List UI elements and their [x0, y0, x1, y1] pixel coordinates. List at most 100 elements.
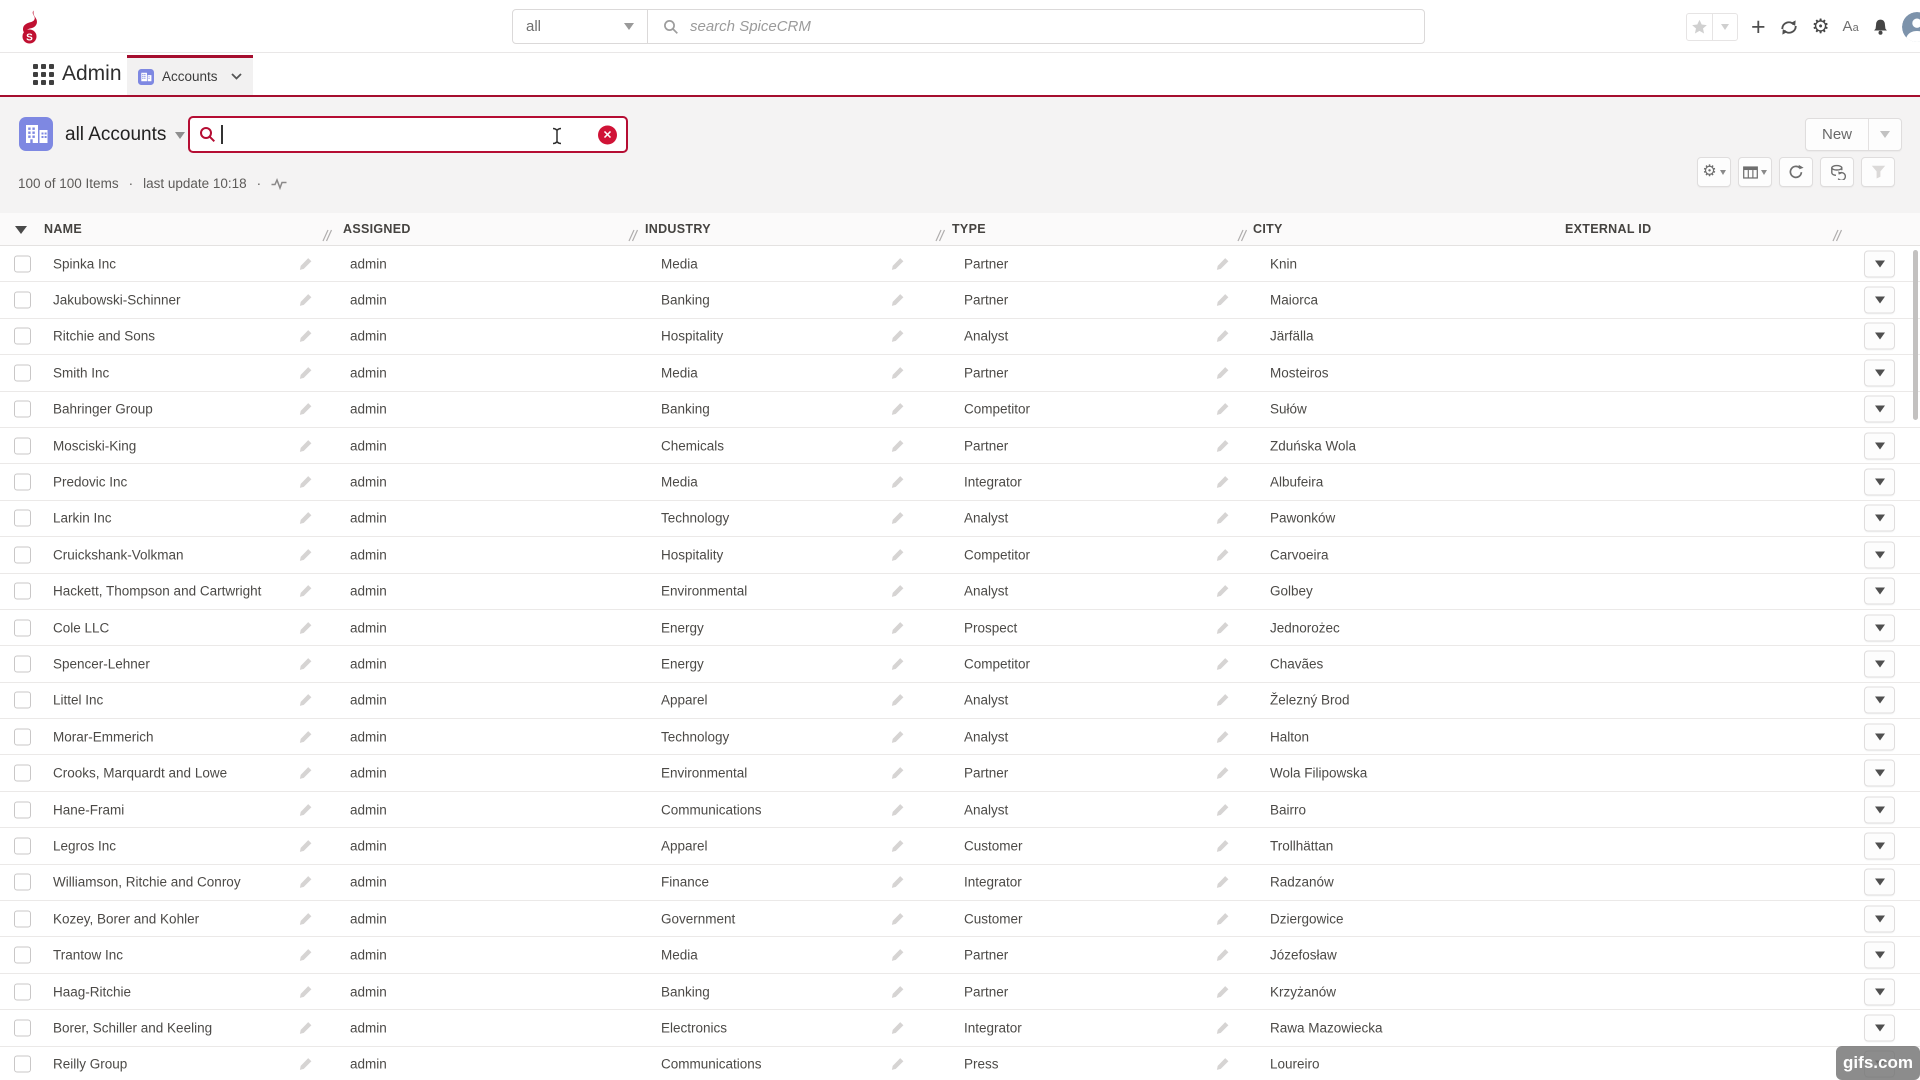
row-actions-button[interactable] — [1864, 287, 1895, 314]
column-header-city[interactable]: CITY — [1253, 222, 1283, 236]
row-checkbox[interactable] — [14, 328, 31, 345]
row-actions-button[interactable] — [1864, 942, 1895, 969]
column-header-industry[interactable]: INDUSTRY — [645, 222, 711, 236]
row-checkbox[interactable] — [14, 837, 31, 854]
edit-pencil-icon[interactable] — [1215, 402, 1230, 417]
edit-pencil-icon[interactable] — [1215, 948, 1230, 963]
account-name[interactable]: Cole LLC — [53, 620, 109, 635]
account-name[interactable]: Bahringer Group — [53, 402, 153, 417]
restore-button[interactable] — [1820, 157, 1854, 187]
add-plus-icon[interactable]: + — [1751, 17, 1766, 37]
row-checkbox[interactable] — [14, 401, 31, 418]
edit-pencil-icon[interactable] — [890, 948, 905, 963]
edit-pencil-icon[interactable] — [1215, 511, 1230, 526]
favorite-caret-button[interactable] — [1712, 14, 1737, 40]
column-header-type[interactable]: TYPE — [952, 222, 986, 236]
account-name[interactable]: Spinka Inc — [53, 256, 116, 271]
column-chooser-button[interactable] — [1738, 157, 1772, 187]
spicecrm-logo[interactable]: S — [20, 9, 42, 50]
select-all-caret[interactable] — [15, 226, 27, 234]
row-actions-button[interactable] — [1864, 505, 1895, 532]
account-name[interactable]: Reilly Group — [53, 1057, 127, 1072]
row-actions-button[interactable] — [1864, 614, 1895, 641]
edit-pencil-icon[interactable] — [890, 1057, 905, 1072]
row-checkbox[interactable] — [14, 437, 31, 454]
edit-pencil-icon[interactable] — [298, 1057, 313, 1072]
edit-pencil-icon[interactable] — [890, 766, 905, 781]
row-checkbox[interactable] — [14, 1019, 31, 1036]
row-actions-button[interactable] — [1864, 869, 1895, 896]
edit-pencil-icon[interactable] — [298, 693, 313, 708]
edit-pencil-icon[interactable] — [1215, 729, 1230, 744]
row-actions-button[interactable] — [1864, 723, 1895, 750]
edit-pencil-icon[interactable] — [890, 293, 905, 308]
row-actions-button[interactable] — [1864, 432, 1895, 459]
edit-pencil-icon[interactable] — [298, 256, 313, 271]
account-name[interactable]: Hackett, Thompson and Cartwright — [53, 584, 261, 599]
edit-pencil-icon[interactable] — [298, 802, 313, 817]
edit-pencil-icon[interactable] — [890, 256, 905, 271]
account-name[interactable]: Jakubowski-Schinner — [53, 293, 181, 308]
edit-pencil-icon[interactable] — [298, 656, 313, 671]
vertical-scrollbar[interactable] — [1913, 250, 1918, 420]
edit-pencil-icon[interactable] — [298, 438, 313, 453]
account-name[interactable]: Crooks, Marquardt and Lowe — [53, 766, 227, 781]
edit-pencil-icon[interactable] — [298, 948, 313, 963]
edit-pencil-icon[interactable] — [298, 475, 313, 490]
row-checkbox[interactable] — [14, 801, 31, 818]
account-name[interactable]: Morar-Emmerich — [53, 729, 154, 744]
row-actions-button[interactable] — [1864, 1014, 1895, 1041]
column-header-assigned[interactable]: ASSIGNED — [343, 222, 411, 236]
edit-pencil-icon[interactable] — [1215, 584, 1230, 599]
search-scope-select[interactable]: all — [513, 10, 648, 43]
edit-pencil-icon[interactable] — [298, 293, 313, 308]
edit-pencil-icon[interactable] — [890, 693, 905, 708]
row-actions-button[interactable] — [1864, 469, 1895, 496]
account-name[interactable]: Mosciski-King — [53, 438, 136, 453]
row-checkbox[interactable] — [14, 728, 31, 745]
account-name[interactable]: Littel Inc — [53, 693, 103, 708]
edit-pencil-icon[interactable] — [890, 911, 905, 926]
row-checkbox[interactable] — [14, 874, 31, 891]
app-launcher-icon[interactable] — [33, 64, 54, 85]
pulse-activity-icon[interactable] — [271, 178, 287, 190]
filter-button[interactable] — [1861, 157, 1895, 187]
row-checkbox[interactable] — [14, 619, 31, 636]
edit-pencil-icon[interactable] — [890, 475, 905, 490]
account-name[interactable]: Ritchie and Sons — [53, 329, 155, 344]
edit-pencil-icon[interactable] — [890, 438, 905, 453]
row-actions-button[interactable] — [1864, 687, 1895, 714]
row-actions-button[interactable] — [1864, 832, 1895, 859]
edit-pencil-icon[interactable] — [298, 875, 313, 890]
account-name[interactable]: Larkin Inc — [53, 511, 112, 526]
edit-pencil-icon[interactable] — [890, 511, 905, 526]
edit-pencil-icon[interactable] — [1215, 365, 1230, 380]
column-resize-handle[interactable] — [628, 229, 638, 242]
clear-search-button[interactable]: ✕ — [598, 125, 617, 144]
edit-pencil-icon[interactable] — [298, 838, 313, 853]
edit-pencil-icon[interactable] — [1215, 1057, 1230, 1072]
account-name[interactable]: Smith Inc — [53, 365, 109, 380]
row-checkbox[interactable] — [14, 910, 31, 927]
row-checkbox[interactable] — [14, 474, 31, 491]
edit-pencil-icon[interactable] — [298, 547, 313, 562]
account-name[interactable]: Spencer-Lehner — [53, 656, 150, 671]
row-checkbox[interactable] — [14, 546, 31, 563]
edit-pencil-icon[interactable] — [298, 584, 313, 599]
row-checkbox[interactable] — [14, 583, 31, 600]
new-button[interactable]: New — [1806, 119, 1868, 150]
row-checkbox[interactable] — [14, 947, 31, 964]
gear-icon[interactable]: ⚙ — [1812, 17, 1830, 37]
edit-pencil-icon[interactable] — [298, 1020, 313, 1035]
row-actions-button[interactable] — [1864, 978, 1895, 1005]
edit-pencil-icon[interactable] — [1215, 656, 1230, 671]
account-name[interactable]: Hane-Frami — [53, 802, 124, 817]
sync-icon[interactable] — [1779, 19, 1799, 36]
row-actions-button[interactable] — [1864, 396, 1895, 423]
edit-pencil-icon[interactable] — [1215, 875, 1230, 890]
row-checkbox[interactable] — [14, 364, 31, 381]
row-actions-button[interactable] — [1864, 323, 1895, 350]
row-actions-button[interactable] — [1864, 578, 1895, 605]
edit-pencil-icon[interactable] — [298, 329, 313, 344]
edit-pencil-icon[interactable] — [890, 584, 905, 599]
